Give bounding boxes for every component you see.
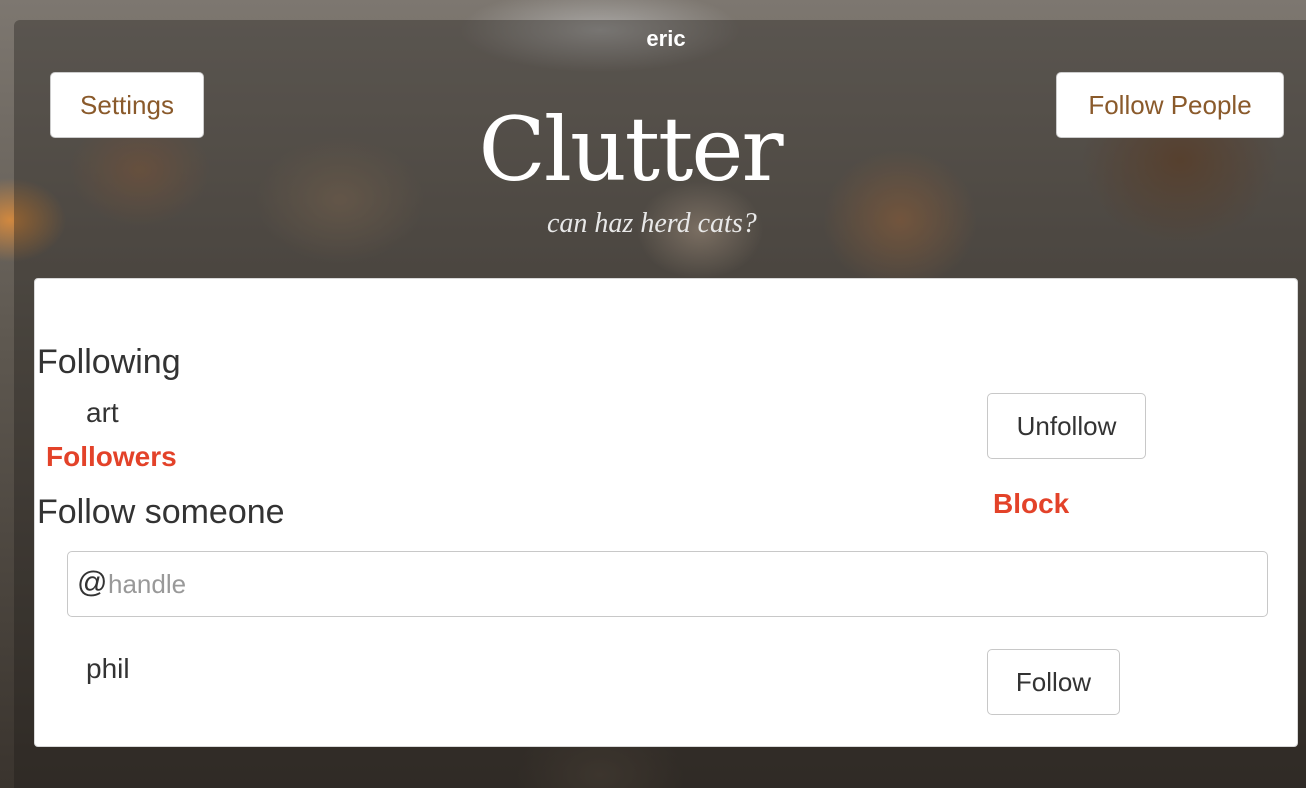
- brand-title: Clutter: [478, 98, 783, 201]
- follow-button[interactable]: Follow: [987, 649, 1120, 715]
- brand-tagline: can haz herd cats?: [547, 208, 757, 239]
- follow-panel: Following art Unfollow Followers Block F…: [34, 278, 1298, 747]
- current-username: eric: [646, 26, 686, 51]
- suggestion-item-name: phil: [86, 653, 130, 684]
- following-heading: Following: [37, 343, 181, 381]
- following-item-name: art: [86, 397, 119, 428]
- follow-someone-heading: Follow someone: [37, 493, 285, 531]
- settings-button[interactable]: Settings: [50, 72, 204, 138]
- at-sign-prefix: @: [77, 566, 108, 599]
- handle-field[interactable]: @: [67, 551, 1268, 617]
- unfollow-button[interactable]: Unfollow: [987, 393, 1146, 459]
- block-link[interactable]: Block: [993, 488, 1069, 520]
- brand-header: Clutter can haz herd cats?: [430, 98, 830, 240]
- followers-link[interactable]: Followers: [46, 441, 177, 473]
- handle-input[interactable]: [108, 562, 1248, 606]
- follow-people-button[interactable]: Follow People: [1056, 72, 1284, 138]
